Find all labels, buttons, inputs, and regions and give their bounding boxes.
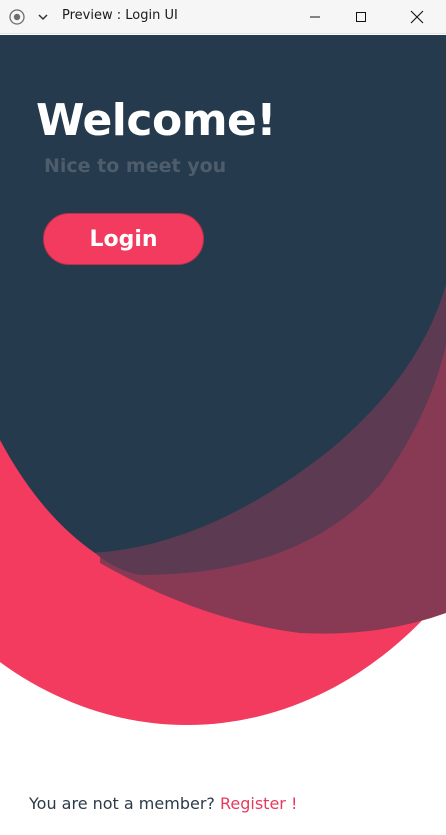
record-icon[interactable] [9,9,25,25]
maximize-icon [356,12,366,22]
close-icon [410,10,424,24]
window-title: Preview : Login UI [62,8,178,23]
register-link[interactable]: Register ! [220,794,297,813]
chevron-down-icon[interactable] [36,10,50,24]
maximize-button[interactable] [338,0,384,34]
login-screen: Welcome! Nice to meet you Login You are … [0,35,446,835]
title-bar: Preview : Login UI [0,0,446,34]
close-button[interactable] [394,0,440,34]
minimize-button[interactable] [292,0,338,34]
welcome-heading: Welcome! [36,95,276,146]
login-button[interactable]: Login [43,213,204,265]
welcome-subtitle: Nice to meet you [44,155,227,177]
minimize-icon [310,16,320,18]
app-window: Preview : Login UI Welcome! Nice to meet… [0,0,446,835]
not-member-text: You are not a member? [29,794,215,813]
register-prompt: You are not a member? Register ! [29,794,297,813]
